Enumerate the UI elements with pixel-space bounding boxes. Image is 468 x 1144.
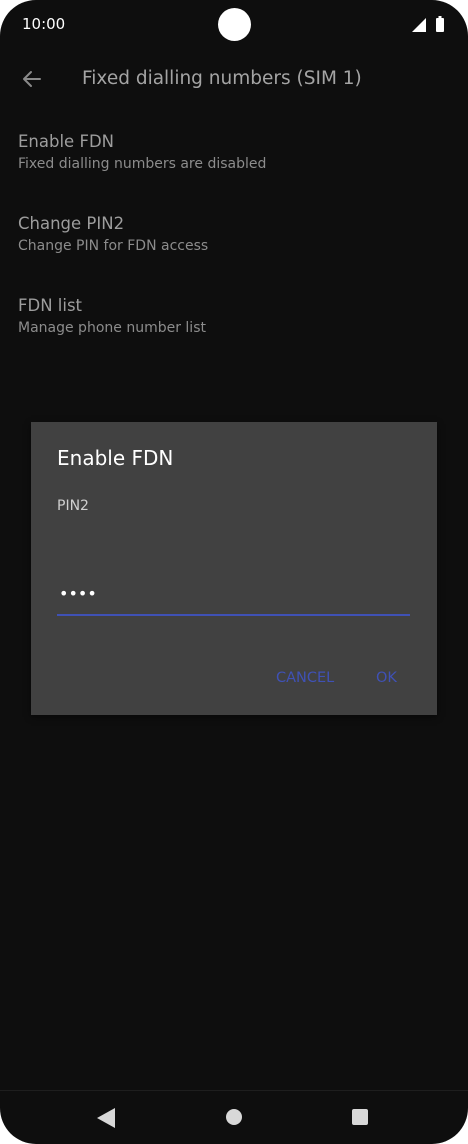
setting-subtitle: Fixed dialling numbers are disabled [18, 156, 267, 172]
nav-back-icon[interactable] [97, 1108, 115, 1128]
page-title: Fixed dialling numbers (SIM 1) [82, 68, 362, 89]
setting-subtitle: Change PIN for FDN access [18, 238, 209, 254]
setting-enable-fdn[interactable]: Enable FDN Fixed dialling numbers are di… [0, 132, 468, 214]
setting-change-pin2[interactable]: Change PIN2 Change PIN for FDN access [0, 214, 468, 296]
nav-home-icon[interactable] [226, 1109, 242, 1125]
arrow-left-icon[interactable] [20, 67, 44, 91]
status-time: 10:00 [22, 15, 66, 33]
enable-fdn-dialog: Enable FDN PIN2 •••• CANCEL OK [31, 422, 437, 715]
status-bar: 10:00 [0, 0, 468, 50]
cancel-button[interactable]: CANCEL [276, 670, 334, 686]
nav-recents-icon[interactable] [352, 1109, 368, 1125]
setting-title: Enable FDN [18, 132, 114, 151]
setting-title: Change PIN2 [18, 214, 125, 233]
phone-screen: 10:00 Fixed dialling numbers (SIM 1) Ena… [0, 0, 468, 1144]
app-bar: Fixed dialling numbers (SIM 1) [0, 50, 468, 110]
setting-fdn-list[interactable]: FDN list Manage phone number list [0, 296, 468, 378]
navigation-bar [0, 1090, 468, 1144]
battery-icon [436, 16, 444, 32]
camera-cutout [218, 8, 251, 41]
signal-icon [412, 18, 426, 32]
pin2-label: PIN2 [57, 498, 89, 514]
pin2-input[interactable]: •••• [57, 582, 410, 616]
setting-subtitle: Manage phone number list [18, 320, 206, 336]
ok-button[interactable]: OK [376, 670, 397, 686]
dialog-title: Enable FDN [57, 446, 174, 470]
pin2-value: •••• [59, 584, 97, 603]
setting-title: FDN list [18, 296, 83, 315]
